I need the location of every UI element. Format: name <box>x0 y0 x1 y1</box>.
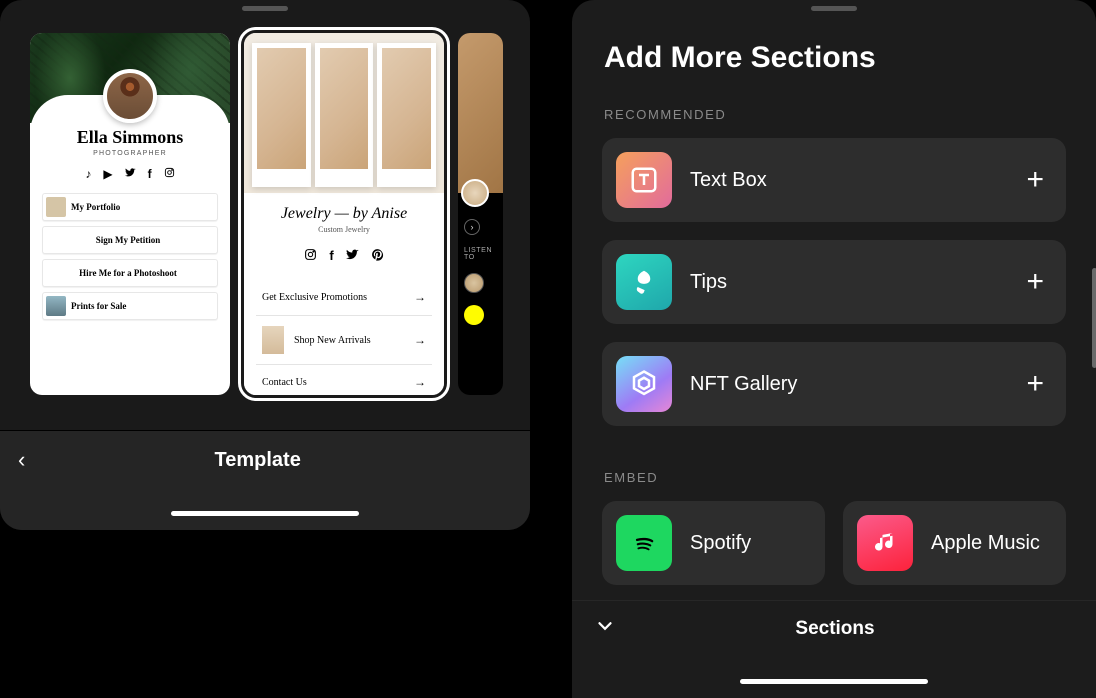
section-option-spotify[interactable]: Spotify <box>602 501 825 585</box>
polaroid-image <box>377 43 436 187</box>
profile-link: Contact Us→ <box>256 365 432 395</box>
spotify-icon <box>616 515 672 571</box>
section-option-tips[interactable]: Tips + <box>602 240 1066 324</box>
section-label: LISTEN TO <box>464 247 497 261</box>
section-option-nft[interactable]: NFT Gallery + <box>602 342 1066 426</box>
nft-icon <box>616 356 672 412</box>
arrow-right-icon: → <box>414 290 426 305</box>
template-bottom-bar: ‹ Template <box>0 430 530 530</box>
profile-link: Sign My Petition <box>42 226 218 254</box>
pinterest-icon <box>371 248 384 264</box>
sections-bottom-bar: Sections <box>572 600 1096 698</box>
tiktok-icon: ♪ <box>85 167 91 181</box>
profile-name: Ella Simmons <box>38 127 222 148</box>
polaroid-image <box>252 43 311 187</box>
facebook-icon: f <box>329 248 333 264</box>
section-header-embed: EMBED <box>604 470 1096 485</box>
instagram-icon <box>304 248 317 264</box>
profile-link: Get Exclusive Promotions→ <box>256 280 432 316</box>
facebook-icon: f <box>148 167 152 181</box>
home-indicator[interactable] <box>171 511 359 516</box>
template-card-jewelry[interactable]: Jewelry — by Anise Custom Jewelry f Get … <box>244 33 444 395</box>
avatar <box>461 179 489 207</box>
arrow-right-icon: → <box>414 333 426 348</box>
section-option-apple-music[interactable]: Apple Music <box>843 501 1066 585</box>
avatar <box>103 69 157 123</box>
profile-name: Jewelry — by Anise <box>256 205 432 223</box>
profile-link: Shop New Arrivals→ <box>256 316 432 365</box>
plus-icon: + <box>1026 165 1044 195</box>
sections-panel: Add More Sections RECOMMENDED Text Box +… <box>572 0 1096 698</box>
plus-icon: + <box>1026 369 1044 399</box>
section-option-label: Spotify <box>690 532 811 555</box>
link-thumbnail <box>262 326 284 354</box>
section-option-label: Tips <box>690 271 1026 294</box>
youtube-icon: ▶ <box>103 167 112 181</box>
tips-icon <box>616 254 672 310</box>
twitter-icon <box>346 248 359 264</box>
profile-subtitle: Custom Jewelry <box>256 225 432 234</box>
template-card-peek[interactable]: › LISTEN TO <box>458 33 503 395</box>
scrollbar[interactable] <box>1092 268 1096 368</box>
home-indicator[interactable] <box>740 679 928 684</box>
section-option-label: NFT Gallery <box>690 373 1026 396</box>
profile-subtitle: PHOTOGRAPHER <box>38 150 222 157</box>
social-row: ♪ ▶ f <box>38 167 222 181</box>
profile-link: My Portfolio <box>42 193 218 221</box>
playlist-thumb <box>464 273 484 293</box>
snapchat-icon <box>464 305 484 325</box>
polaroid-image <box>315 43 374 187</box>
profile-link: Prints for Sale <box>42 292 218 320</box>
textbox-icon <box>616 152 672 208</box>
drag-handle[interactable] <box>811 6 857 11</box>
arrow-right-icon: → <box>414 375 426 390</box>
panel-title: Sections <box>596 618 1074 640</box>
panel-title: Template <box>3 449 512 472</box>
social-row: f <box>256 248 432 264</box>
instagram-icon <box>164 167 175 181</box>
section-option-textbox[interactable]: Text Box + <box>602 138 1066 222</box>
section-option-label: Apple Music <box>931 532 1052 555</box>
template-card-ella[interactable]: Ella Simmons PHOTOGRAPHER ♪ ▶ f My Portf… <box>30 33 230 395</box>
template-hero <box>244 33 444 193</box>
template-hero <box>458 33 503 193</box>
arrow-right-icon: › <box>464 219 480 235</box>
template-panel: Ella Simmons PHOTOGRAPHER ♪ ▶ f My Portf… <box>0 0 530 530</box>
section-header-recommended: RECOMMENDED <box>604 107 1096 122</box>
apple-music-icon <box>857 515 913 571</box>
profile-link: Hire Me for a Photoshoot <box>42 259 218 287</box>
twitter-icon <box>125 167 136 181</box>
plus-icon: + <box>1026 267 1044 297</box>
panel-title: Add More Sections <box>604 41 1096 75</box>
section-option-label: Text Box <box>690 169 1026 192</box>
